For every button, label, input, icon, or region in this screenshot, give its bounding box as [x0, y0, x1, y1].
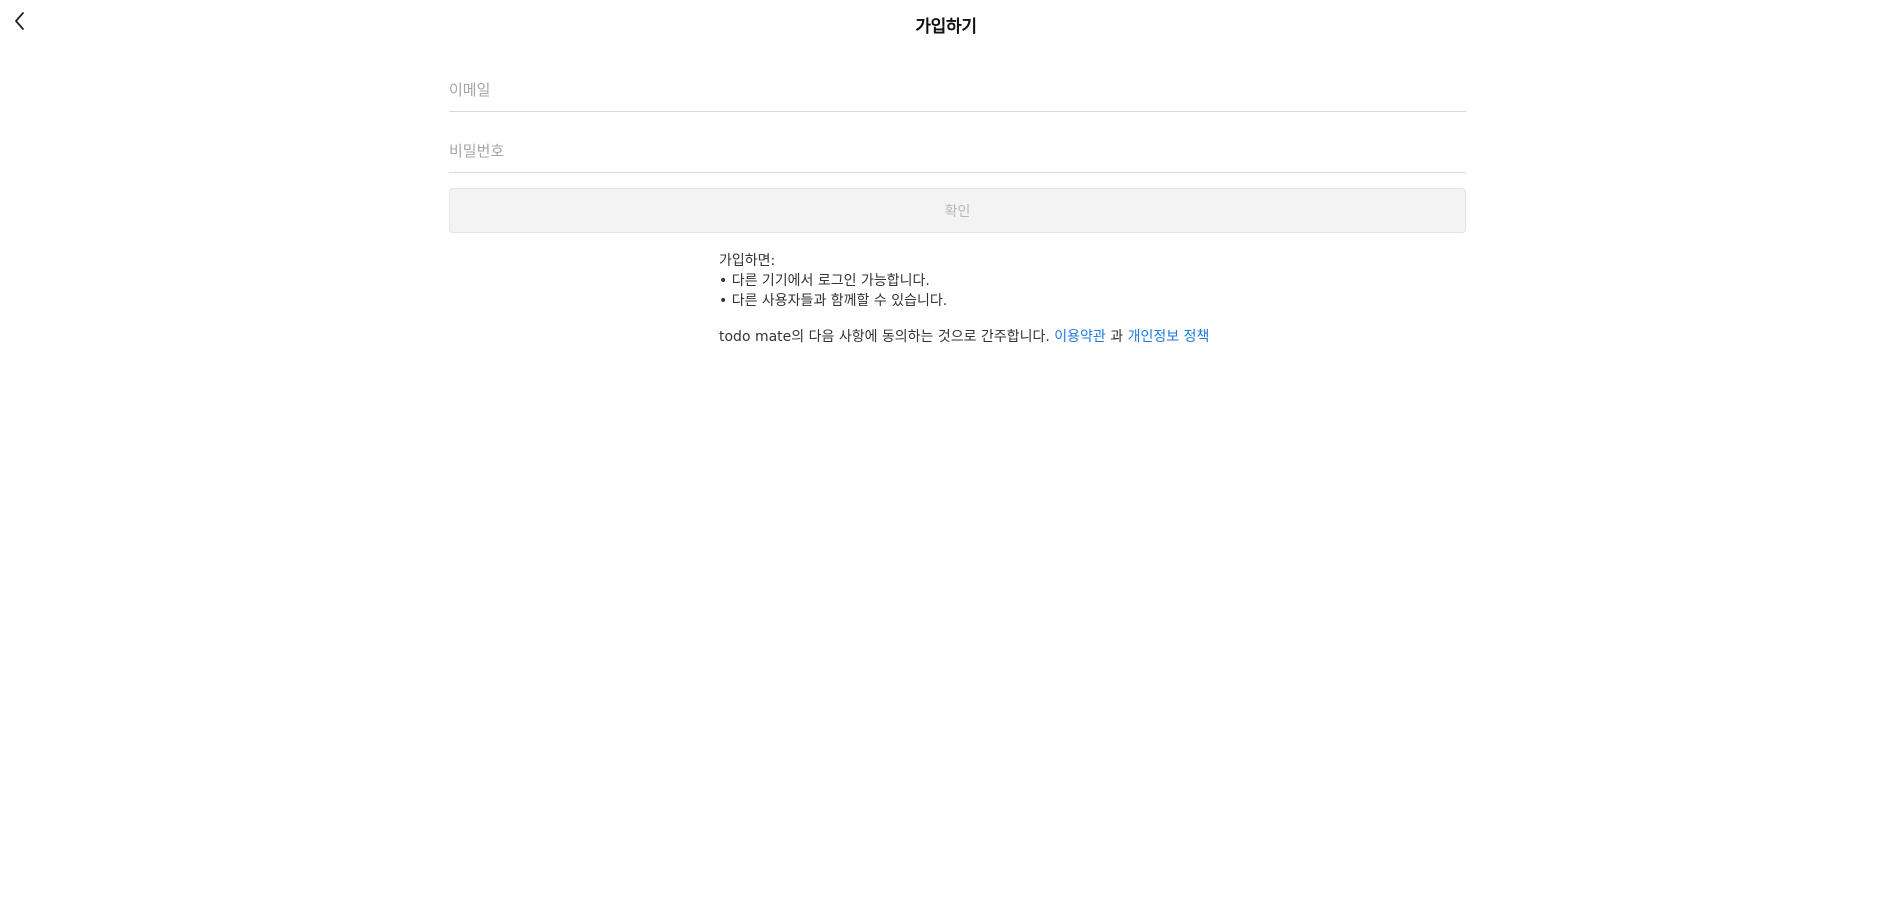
email-field-wrapper [449, 70, 1466, 112]
password-input[interactable] [449, 139, 1466, 163]
notice-bullet: • 다른 사용자들과 함께할 수 있습니다. [719, 293, 948, 309]
confirm-button-label: 확인 [944, 203, 971, 220]
notice-heading: 가입하면: [719, 253, 776, 269]
header-bar: 가입하기 [0, 0, 1892, 46]
agreement-prefix: todo mate의 다음 사항에 동의하는 것으로 간주합니다. [719, 329, 1050, 345]
email-input[interactable] [449, 78, 1466, 102]
notice-bullet: • 다른 기기에서 로그인 가능합니다. [719, 273, 930, 289]
agreement-text: todo mate의 다음 사항에 동의하는 것으로 간주합니다. 이용약관 과… [719, 327, 1209, 347]
password-field-wrapper [449, 131, 1466, 173]
terms-link[interactable]: 이용약관 [1054, 329, 1106, 345]
confirm-button[interactable]: 확인 [449, 188, 1466, 233]
page-title: 가입하기 [915, 17, 977, 37]
agreement-conjunction: 과 [1110, 329, 1124, 345]
signup-notice: 가입하면: • 다른 기기에서 로그인 가능합니다. • 다른 사용자들과 함께… [719, 251, 1209, 347]
privacy-policy-link[interactable]: 개인정보 정책 [1128, 329, 1210, 345]
signup-form: 확인 [449, 70, 1466, 233]
